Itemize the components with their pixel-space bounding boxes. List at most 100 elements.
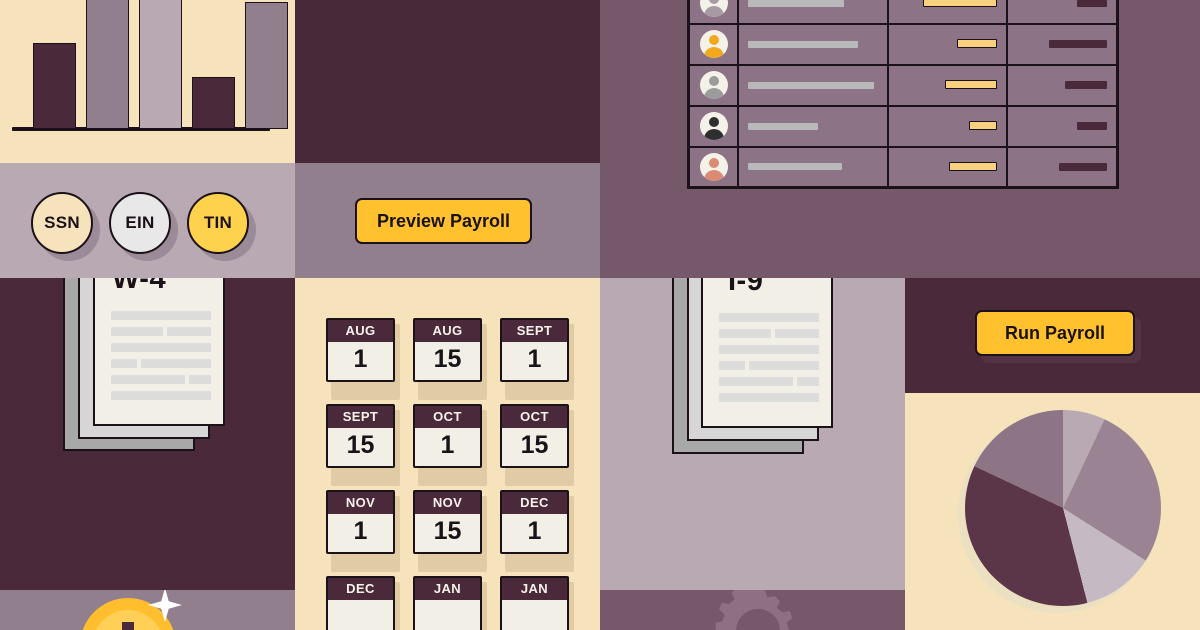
id-badge-tin[interactable]: TIN xyxy=(187,192,249,254)
preview-payroll-label: Preview Payroll xyxy=(376,210,511,231)
calendar-tile-grid: AUG 1 AUG 15 SEPT 1 SEPT 15 OCT 1 OCT 15 NOV 1 NOV 15 DE… xyxy=(326,318,574,630)
calendar-panel: AUG 1 AUG 15 SEPT 1 SEPT 15 OCT 1 OCT 15 NOV 1 NOV 15 DE… xyxy=(295,278,600,630)
calendar-tile-month: OCT xyxy=(502,406,567,428)
illustration-canvas: SSN EIN TIN Preview Payroll W-4 AUG 1 AU… xyxy=(0,0,1200,630)
name-placeholder-bar xyxy=(748,163,842,171)
settings-gear-panel xyxy=(600,590,905,630)
doc-line xyxy=(189,375,211,384)
calendar-tile-day: 1 xyxy=(353,517,368,545)
table-cell-avatar xyxy=(687,0,739,25)
calendar-tile[interactable]: DEC xyxy=(326,576,400,630)
calendar-tile[interactable]: JAN xyxy=(500,576,574,630)
calendar-tile[interactable]: DEC 1 xyxy=(500,490,574,572)
doc-line xyxy=(111,391,211,400)
calendar-tile-day: 1 xyxy=(527,517,542,545)
run-payroll-panel: Run Payroll xyxy=(905,278,1200,393)
calendar-tile-month: DEC xyxy=(328,578,393,600)
doc-line xyxy=(749,361,819,370)
table-cell-action[interactable] xyxy=(1006,145,1119,189)
id-badge-ssn[interactable]: SSN xyxy=(31,192,93,254)
doc-line xyxy=(719,361,745,370)
coin-panel xyxy=(0,590,295,630)
calendar-tile[interactable]: SEPT 1 xyxy=(500,318,574,400)
id-badges-panel: SSN EIN TIN xyxy=(0,163,295,278)
i9-document-panel: I-9 xyxy=(600,278,905,590)
run-payroll-label: Run Payroll xyxy=(1004,322,1106,343)
calendar-tile[interactable]: JAN xyxy=(413,576,487,630)
table-row[interactable] xyxy=(687,0,1119,25)
calendar-tile[interactable]: OCT 1 xyxy=(413,404,487,486)
calendar-tile-month: DEC xyxy=(502,492,567,514)
w4-document-panel: W-4 xyxy=(0,278,295,630)
preview-payroll-button[interactable]: Preview Payroll xyxy=(355,198,532,244)
calendar-tile-day: 15 xyxy=(433,345,462,373)
name-placeholder-bar xyxy=(748,81,874,89)
table-cell-action[interactable] xyxy=(1006,104,1119,148)
bar-chart-bar xyxy=(192,76,235,129)
id-badge-ein[interactable]: EIN xyxy=(109,192,171,254)
doc-line xyxy=(111,343,211,352)
action-placeholder-bar xyxy=(1049,40,1107,48)
table-cell-amount xyxy=(886,22,1009,66)
action-placeholder-bar xyxy=(1077,0,1107,7)
table-row[interactable] xyxy=(687,104,1119,148)
calendar-tile-body: DEC 1 xyxy=(500,490,569,554)
table-cell-name xyxy=(737,145,889,189)
calendar-tile[interactable]: AUG 15 xyxy=(413,318,487,400)
doc-line xyxy=(719,329,771,338)
gear-icon xyxy=(715,590,793,630)
calendar-tile-day xyxy=(415,600,480,630)
table-cell-name xyxy=(737,104,889,148)
calendar-tile[interactable]: OCT 15 xyxy=(500,404,574,486)
table-cell-action[interactable] xyxy=(1006,63,1119,107)
table-cell-amount xyxy=(886,63,1009,107)
table-row[interactable] xyxy=(687,145,1119,189)
table-cell-avatar xyxy=(687,145,739,189)
calendar-tile-day: 15 xyxy=(433,517,462,545)
w4-sheet-front: W-4 xyxy=(93,278,225,426)
i9-sheet-front: I-9 xyxy=(701,278,833,428)
employee-table xyxy=(687,0,1119,189)
doc-line xyxy=(719,313,819,322)
employee-table-panel xyxy=(600,0,1200,278)
table-cell-action[interactable] xyxy=(1006,22,1119,66)
calendar-tile-body: SEPT 15 xyxy=(326,404,395,468)
doc-line xyxy=(111,375,185,384)
calendar-tile-body: JAN xyxy=(500,576,569,630)
calendar-tile-day: 15 xyxy=(346,431,375,459)
doc-line xyxy=(111,311,211,320)
calendar-tile[interactable]: NOV 1 xyxy=(326,490,400,572)
calendar-tile-body: DEC xyxy=(326,576,395,630)
pie-chart xyxy=(965,410,1161,606)
table-row[interactable] xyxy=(687,63,1119,107)
amount-placeholder-bar xyxy=(949,161,998,171)
table-cell-avatar xyxy=(687,63,739,107)
calendar-tile-month: JAN xyxy=(415,578,480,600)
amount-placeholder-bar xyxy=(969,121,998,130)
table-cell-avatar xyxy=(687,22,739,66)
calendar-tile[interactable]: AUG 1 xyxy=(326,318,400,400)
pie-chart-panel xyxy=(905,393,1200,630)
clock-panel xyxy=(295,0,600,163)
avatar xyxy=(699,112,728,140)
calendar-tile-body: JAN xyxy=(413,576,482,630)
table-cell-amount xyxy=(886,104,1009,148)
calendar-tile[interactable]: SEPT 15 xyxy=(326,404,400,486)
amount-placeholder-bar xyxy=(923,0,998,7)
doc-line xyxy=(719,393,819,402)
action-placeholder-bar xyxy=(1077,122,1107,130)
calendar-tile-month: AUG xyxy=(415,320,480,342)
table-cell-action[interactable] xyxy=(1006,0,1119,25)
bar-chart-bar xyxy=(33,43,76,129)
calendar-tile-month: NOV xyxy=(415,492,480,514)
calendar-tile[interactable]: NOV 15 xyxy=(413,490,487,572)
table-row[interactable] xyxy=(687,22,1119,66)
i9-title: I-9 xyxy=(728,278,764,297)
run-payroll-button[interactable]: Run Payroll xyxy=(975,310,1135,356)
calendar-tile-month: JAN xyxy=(502,578,567,600)
avatar xyxy=(699,30,728,58)
calendar-tile-body: AUG 15 xyxy=(413,318,482,382)
table-cell-avatar xyxy=(687,104,739,148)
doc-line xyxy=(775,329,819,338)
doc-line xyxy=(719,345,819,354)
